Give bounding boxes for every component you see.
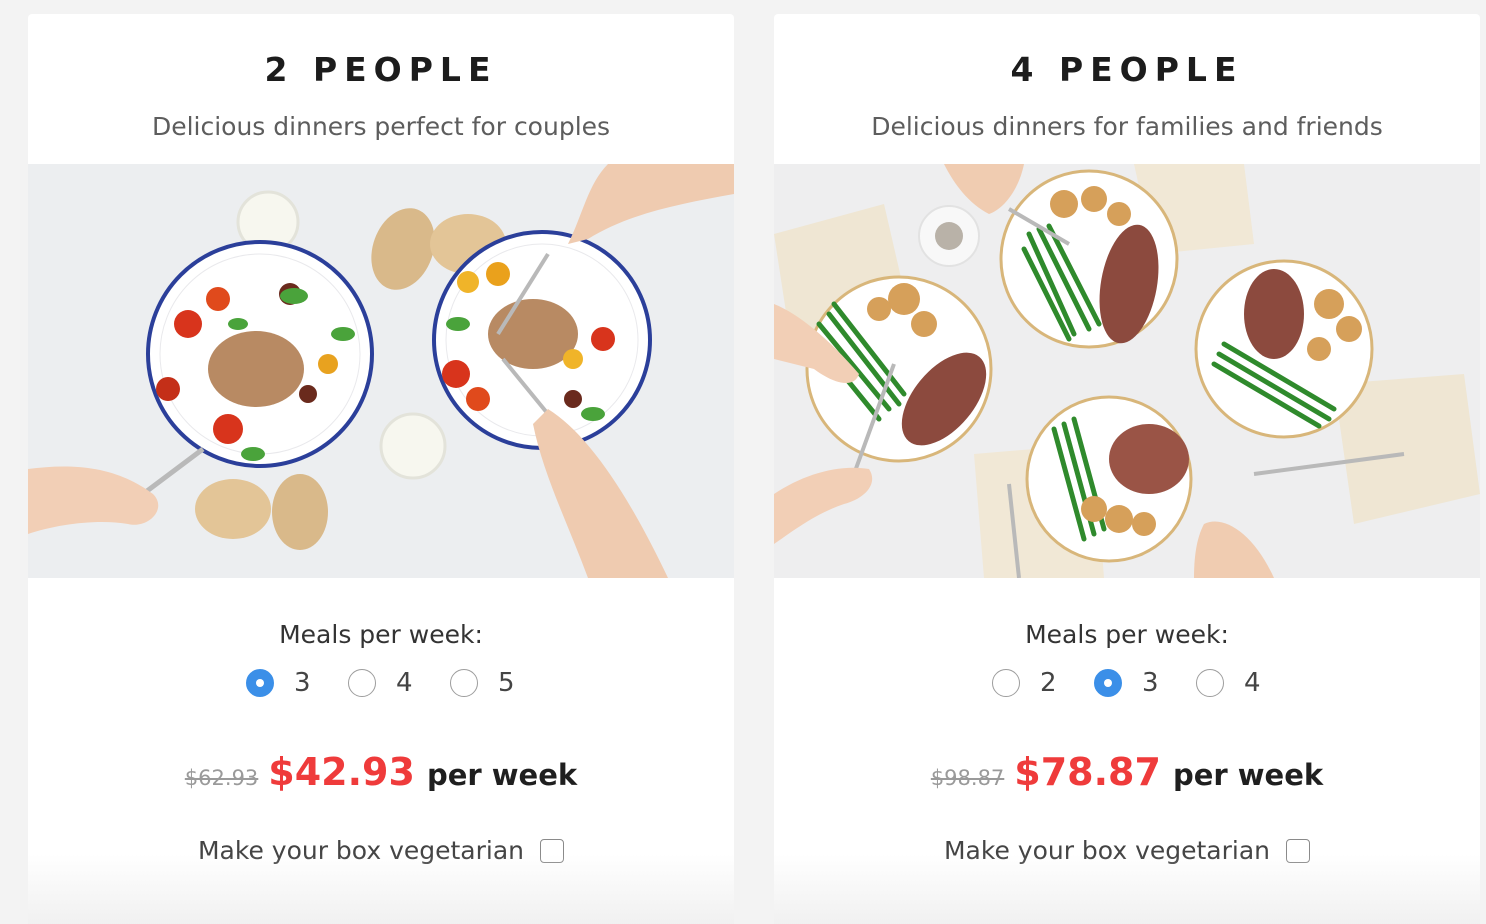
vegetarian-option[interactable]: Make your box vegetarian — [28, 836, 734, 865]
couple-dinner-photo — [28, 164, 734, 578]
radio-button[interactable] — [1196, 669, 1224, 697]
sale-price: $78.87 — [1014, 750, 1161, 794]
vegetarian-label: Make your box vegetarian — [197, 836, 525, 865]
vegetarian-checkbox[interactable] — [540, 838, 565, 863]
meals-per-week-label: Meals per week: — [279, 620, 483, 649]
original-price: $98.87 — [930, 766, 1005, 790]
per-week-label: per week — [426, 758, 578, 792]
plan-title: 2 PEOPLE — [264, 50, 498, 89]
plan-card-4-people: 4 PEOPLE Delicious dinners for families … — [774, 14, 1480, 924]
radio-button[interactable] — [348, 669, 376, 697]
radio-button-checked[interactable] — [246, 669, 274, 697]
meals-option-label: 2 — [1040, 668, 1057, 698]
price-row: $98.87 $78.87 per week — [774, 750, 1480, 794]
meals-option-label: 5 — [498, 668, 515, 698]
price-row: $62.93 $42.93 per week — [28, 750, 734, 794]
radio-button[interactable] — [450, 669, 478, 697]
meals-option-label: 3 — [294, 668, 311, 698]
meals-option-5[interactable]: 5 — [450, 668, 516, 698]
meals-option-label: 3 — [1142, 668, 1159, 698]
meals-option-4[interactable]: 4 — [348, 668, 414, 698]
meals-per-week-options: 3 4 5 — [28, 668, 734, 698]
plan-title: 4 PEOPLE — [1010, 50, 1244, 89]
meals-option-2[interactable]: 2 — [992, 668, 1058, 698]
radio-button[interactable] — [992, 669, 1020, 697]
vegetarian-checkbox[interactable] — [1286, 838, 1311, 863]
vegetarian-label: Make your box vegetarian — [943, 836, 1271, 865]
meals-option-label: 4 — [396, 668, 413, 698]
vegetarian-option[interactable]: Make your box vegetarian — [774, 836, 1480, 865]
per-week-label: per week — [1172, 758, 1324, 792]
meals-option-3[interactable]: 3 — [246, 668, 312, 698]
radio-button-checked[interactable] — [1094, 669, 1122, 697]
meals-per-week-label: Meals per week: — [1025, 620, 1229, 649]
plan-subtitle: Delicious dinners for families and frien… — [871, 112, 1383, 141]
original-price: $62.93 — [184, 766, 259, 790]
plan-card-2-people: 2 PEOPLE Delicious dinners perfect for c… — [28, 14, 734, 924]
meals-option-4[interactable]: 4 — [1196, 668, 1262, 698]
family-dinner-photo — [774, 164, 1480, 578]
meals-option-label: 4 — [1244, 668, 1261, 698]
plan-subtitle: Delicious dinners perfect for couples — [151, 112, 611, 141]
meals-option-3[interactable]: 3 — [1094, 668, 1160, 698]
meals-per-week-options: 2 3 4 — [774, 668, 1480, 698]
sale-price: $42.93 — [268, 750, 415, 794]
